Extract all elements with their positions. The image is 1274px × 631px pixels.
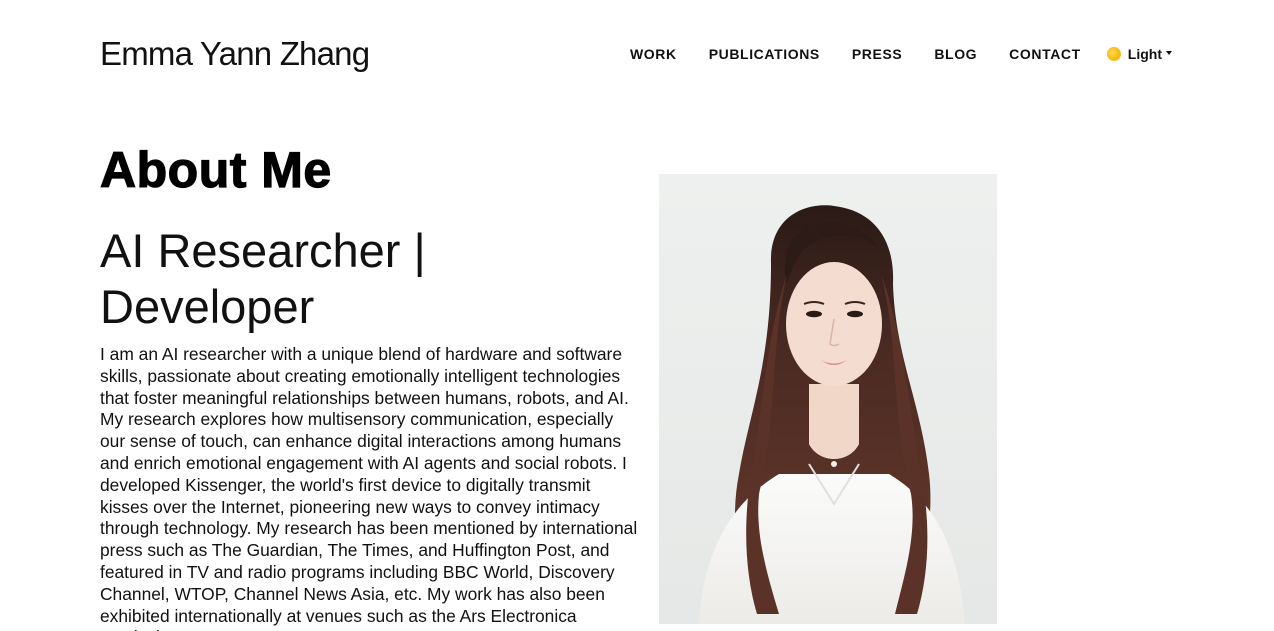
nav-link-contact[interactable]: CONTACT <box>1009 46 1081 62</box>
page-heading: About Me <box>99 141 332 198</box>
caret-down-icon <box>1166 51 1172 55</box>
nav-link-blog[interactable]: BLOG <box>934 46 977 62</box>
portrait-photo <box>659 174 997 624</box>
main-nav: WORK PUBLICATIONS PRESS BLOG CONTACT Lig… <box>630 44 1172 64</box>
theme-toggle-dropdown[interactable]: Light <box>1106 46 1172 62</box>
sun-icon <box>1106 47 1121 61</box>
nav-link-press[interactable]: PRESS <box>852 46 902 62</box>
bio-paragraph: I am an AI researcher with a unique blen… <box>100 344 638 631</box>
nav-link-work[interactable]: WORK <box>630 46 677 62</box>
site-title-link[interactable]: Emma Yann Zhang <box>100 35 370 73</box>
nav-link-publications[interactable]: PUBLICATIONS <box>709 46 820 62</box>
role-subheading: AI Researcher | Developer <box>100 224 426 333</box>
page: Emma Yann Zhang WORK PUBLICATIONS PRESS … <box>0 0 1274 631</box>
theme-toggle-label: Light <box>1127 46 1162 62</box>
